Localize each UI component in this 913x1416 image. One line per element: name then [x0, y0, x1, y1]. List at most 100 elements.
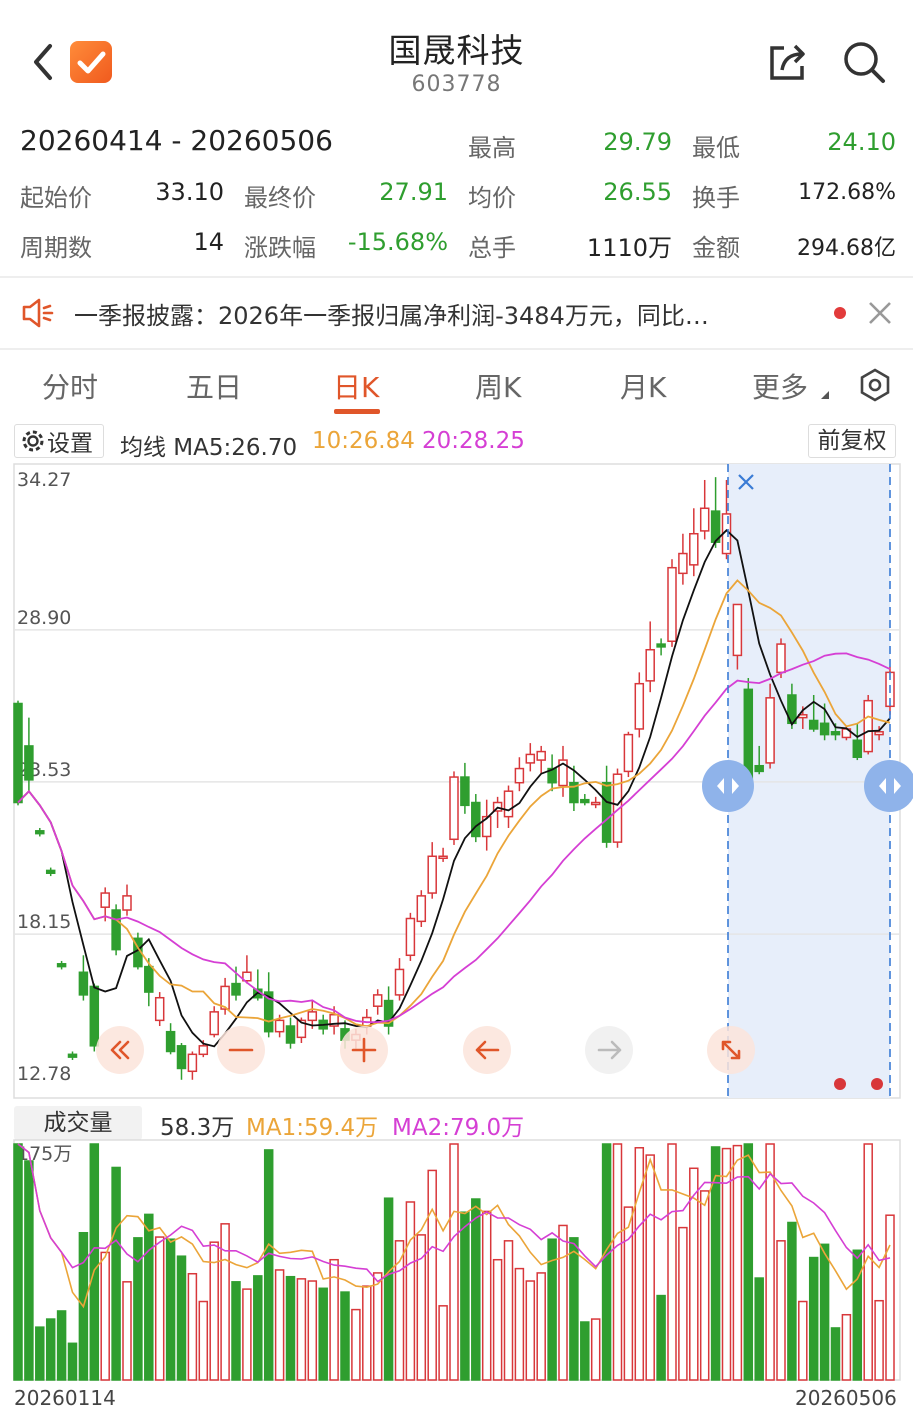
volume-bar — [176, 1255, 187, 1381]
candle — [78, 955, 89, 1001]
amount-label: 金额 — [692, 234, 740, 262]
candle — [67, 1051, 78, 1060]
volume-bar — [623, 1206, 634, 1381]
search-icon — [844, 42, 885, 83]
candle — [460, 762, 470, 814]
share-button[interactable] — [766, 40, 810, 84]
x-start-label: 20260114 — [14, 1386, 116, 1410]
avg-label: 均价 — [468, 184, 516, 212]
candle — [394, 958, 405, 1001]
candle — [656, 638, 666, 656]
settings-label: 设置 — [47, 431, 93, 457]
volume-bar — [372, 1272, 383, 1381]
volume-bar — [111, 1166, 121, 1381]
volume-bar — [645, 1154, 655, 1381]
amount-value: 294.68亿 — [797, 236, 896, 261]
volume-bar — [612, 1143, 623, 1381]
periods-value: 14 — [193, 228, 224, 256]
candle — [699, 479, 710, 540]
close-label: 最终价 — [244, 184, 316, 212]
tab-weekly-k[interactable]: 周K — [475, 366, 521, 406]
volume-bar — [525, 1280, 536, 1381]
open-label: 起始价 — [20, 184, 92, 212]
tab-daily-k[interactable]: 日K — [333, 366, 379, 406]
speaker-icon — [22, 298, 54, 328]
volume-bar — [242, 1288, 252, 1381]
gear-icon — [22, 430, 44, 452]
volume-bar — [231, 1281, 241, 1381]
vol-ma2-readout: MA2:79.0万 — [392, 1115, 525, 1141]
candle — [525, 743, 536, 772]
minus-icon — [217, 1026, 265, 1074]
y-tick-label: 12.78 — [17, 1063, 71, 1085]
volume-bar — [35, 1326, 45, 1381]
volume-bar — [198, 1300, 209, 1381]
volume-bar — [416, 1234, 427, 1381]
volume-bar — [296, 1278, 307, 1381]
candle — [56, 960, 67, 970]
volume-bar — [841, 1313, 852, 1381]
date-range: 20260414 - 20260506 — [20, 124, 333, 157]
tab-monthly-k[interactable]: 月K — [620, 366, 666, 406]
volume-readout: 58.3万 — [160, 1115, 235, 1141]
volume-bar — [351, 1308, 361, 1381]
settings-button[interactable]: 设置 — [14, 424, 104, 458]
candle — [514, 757, 525, 792]
close-icon[interactable] — [867, 300, 893, 326]
tab-five-day[interactable]: 五日 — [186, 366, 242, 406]
arrow-right-icon — [585, 1026, 633, 1074]
candle — [285, 1017, 296, 1049]
volume-bar — [427, 1169, 437, 1381]
candle — [296, 1017, 307, 1043]
ma5-readout: 均线 MA5:26.70 — [120, 435, 298, 461]
y-tick-label: 28.90 — [17, 607, 71, 629]
volume-bar — [253, 1275, 263, 1381]
candle — [13, 700, 23, 806]
volume-bar — [667, 1143, 677, 1381]
candle — [481, 799, 492, 851]
volume-bar — [220, 1223, 230, 1381]
volume-bar — [558, 1224, 568, 1381]
open-value: 33.10 — [155, 178, 224, 206]
candle — [601, 765, 612, 848]
volume-bar — [362, 1285, 372, 1381]
volume-bar — [154, 1236, 165, 1381]
volume-bar — [67, 1342, 78, 1381]
candle — [176, 1042, 187, 1080]
candle — [492, 796, 503, 828]
high-value: 29.79 — [603, 128, 672, 156]
candle — [471, 794, 481, 843]
volume-bar — [100, 1251, 110, 1381]
volume-bar — [503, 1240, 514, 1381]
search-button[interactable] — [842, 40, 886, 84]
x-end-label: 20260506 — [795, 1386, 897, 1410]
volume-bar — [492, 1258, 503, 1381]
volume-bar — [460, 1211, 470, 1381]
tab-intraday[interactable]: 分时 — [42, 366, 98, 406]
high-label: 最高 — [468, 134, 516, 162]
volume-bar — [481, 1210, 492, 1381]
volume-bar — [405, 1201, 416, 1381]
volume-label: 总手 — [468, 234, 516, 262]
candle — [111, 904, 121, 956]
volume-bar — [819, 1243, 830, 1381]
tab-more[interactable]: 更多 — [752, 366, 808, 406]
volume-bar — [449, 1143, 459, 1381]
volume-bar — [13, 1143, 23, 1381]
share-icon — [770, 44, 805, 80]
candle — [536, 745, 546, 775]
volume-chart[interactable]: 175万 — [0, 1138, 913, 1386]
candle — [383, 986, 394, 1035]
volume-indicator-button[interactable]: 成交量 — [14, 1106, 142, 1140]
candle — [503, 785, 514, 828]
notice-bar[interactable]: 一季报披露：2026年一季报归属净利润-3484万元，同比… — [0, 278, 913, 348]
candle — [645, 621, 655, 693]
candlestick-chart[interactable]: 34.2728.9023.5318.1512.78 — [0, 460, 913, 1102]
candle — [122, 884, 132, 916]
y-tick-label: 18.15 — [17, 911, 71, 933]
chart-settings-icon[interactable] — [858, 368, 892, 402]
candle — [623, 731, 634, 778]
volume-bar — [263, 1149, 274, 1381]
adjust-button[interactable]: 前复权 — [808, 424, 896, 458]
vol-ma1-readout: MA1:59.4万 — [246, 1115, 379, 1141]
